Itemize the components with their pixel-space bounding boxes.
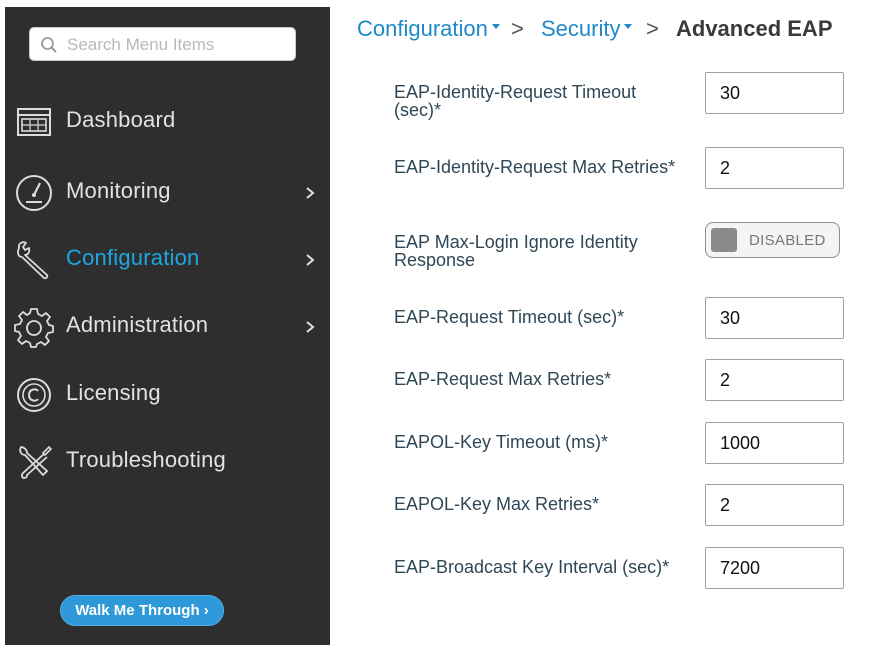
dashboard-icon xyxy=(17,108,51,136)
sidebar-item-label: Administration xyxy=(66,312,209,337)
sidebar-item-label: Configuration xyxy=(66,245,200,270)
sidebar-item-label: Monitoring xyxy=(66,178,171,203)
gear-icon xyxy=(14,308,54,348)
chevron-right-icon xyxy=(306,187,315,199)
wrench-icon xyxy=(17,241,49,280)
sidebar-item-administration[interactable]: Administration xyxy=(5,298,330,354)
sidebar-item-label: Troubleshooting xyxy=(66,447,226,472)
sidebar-item-licensing[interactable]: Licensing xyxy=(5,366,330,422)
breadcrumb-separator: > xyxy=(646,16,659,41)
broadcast-key-interval-input[interactable] xyxy=(705,547,844,589)
request-max-retries-input[interactable] xyxy=(705,359,844,401)
search-icon xyxy=(41,37,57,53)
sidebar-item-label: Licensing xyxy=(66,380,161,405)
field-label-request-timeout: EAP-Request Timeout (sec)* xyxy=(394,307,625,327)
licensing-icon xyxy=(17,378,51,412)
field-label-request-max-retries: EAP-Request Max Retries* xyxy=(394,369,612,389)
search-input[interactable]: Search Menu Items xyxy=(29,27,296,61)
sidebar-item-troubleshooting[interactable]: Troubleshooting xyxy=(5,433,330,489)
field-label-broadcast-key-interval: EAP-Broadcast Key Interval (sec)* xyxy=(394,557,670,577)
sidebar-item-configuration[interactable]: Configuration xyxy=(5,231,330,287)
breadcrumb-label: Security xyxy=(541,16,621,41)
sidebar: Search Menu Items Dashboard Monitoring C… xyxy=(5,7,330,645)
breadcrumb-configuration[interactable]: Configuration xyxy=(357,16,500,42)
chevron-right-icon xyxy=(306,321,315,333)
chevron-right-icon xyxy=(306,254,315,266)
field-label-eapol-key-max-retries: EAPOL-Key Max Retries* xyxy=(394,494,600,514)
walk-me-through-button[interactable]: Walk Me Through › xyxy=(60,595,224,626)
identity-request-max-retries-input[interactable] xyxy=(705,147,844,189)
field-label-eapol-key-timeout: EAPOL-Key Timeout (ms)* xyxy=(394,432,609,452)
breadcrumb-separator: > xyxy=(511,16,524,41)
caret-down-icon xyxy=(624,23,633,29)
eapol-key-max-retries-input[interactable] xyxy=(705,484,844,526)
eapol-key-timeout-input[interactable] xyxy=(705,422,844,464)
tools-icon xyxy=(19,445,53,479)
identity-request-timeout-input[interactable] xyxy=(705,72,844,114)
gauge-icon xyxy=(16,175,52,211)
request-timeout-input[interactable] xyxy=(705,297,844,339)
field-label-identity-request-timeout: EAP-Identity-Request Timeout (sec)* xyxy=(394,82,637,120)
sidebar-item-dashboard[interactable]: Dashboard xyxy=(5,93,330,149)
breadcrumb-label: Configuration xyxy=(357,16,488,41)
field-label-max-login-ignore-identity: EAP Max-Login Ignore Identity Response xyxy=(394,232,638,270)
max-login-ignore-identity-toggle[interactable]: DISABLED xyxy=(705,222,840,258)
caret-down-icon xyxy=(491,23,500,29)
sidebar-item-label: Dashboard xyxy=(66,107,176,132)
sidebar-item-monitoring[interactable]: Monitoring xyxy=(5,164,330,220)
search-placeholder: Search Menu Items xyxy=(67,35,215,54)
toggle-state-label: DISABLED xyxy=(749,232,826,249)
page-title: Advanced EAP xyxy=(676,16,833,41)
toggle-knob xyxy=(711,228,737,252)
field-label-identity-request-max-retries: EAP-Identity-Request Max Retries* xyxy=(394,157,676,177)
breadcrumb-security[interactable]: Security xyxy=(541,16,633,42)
